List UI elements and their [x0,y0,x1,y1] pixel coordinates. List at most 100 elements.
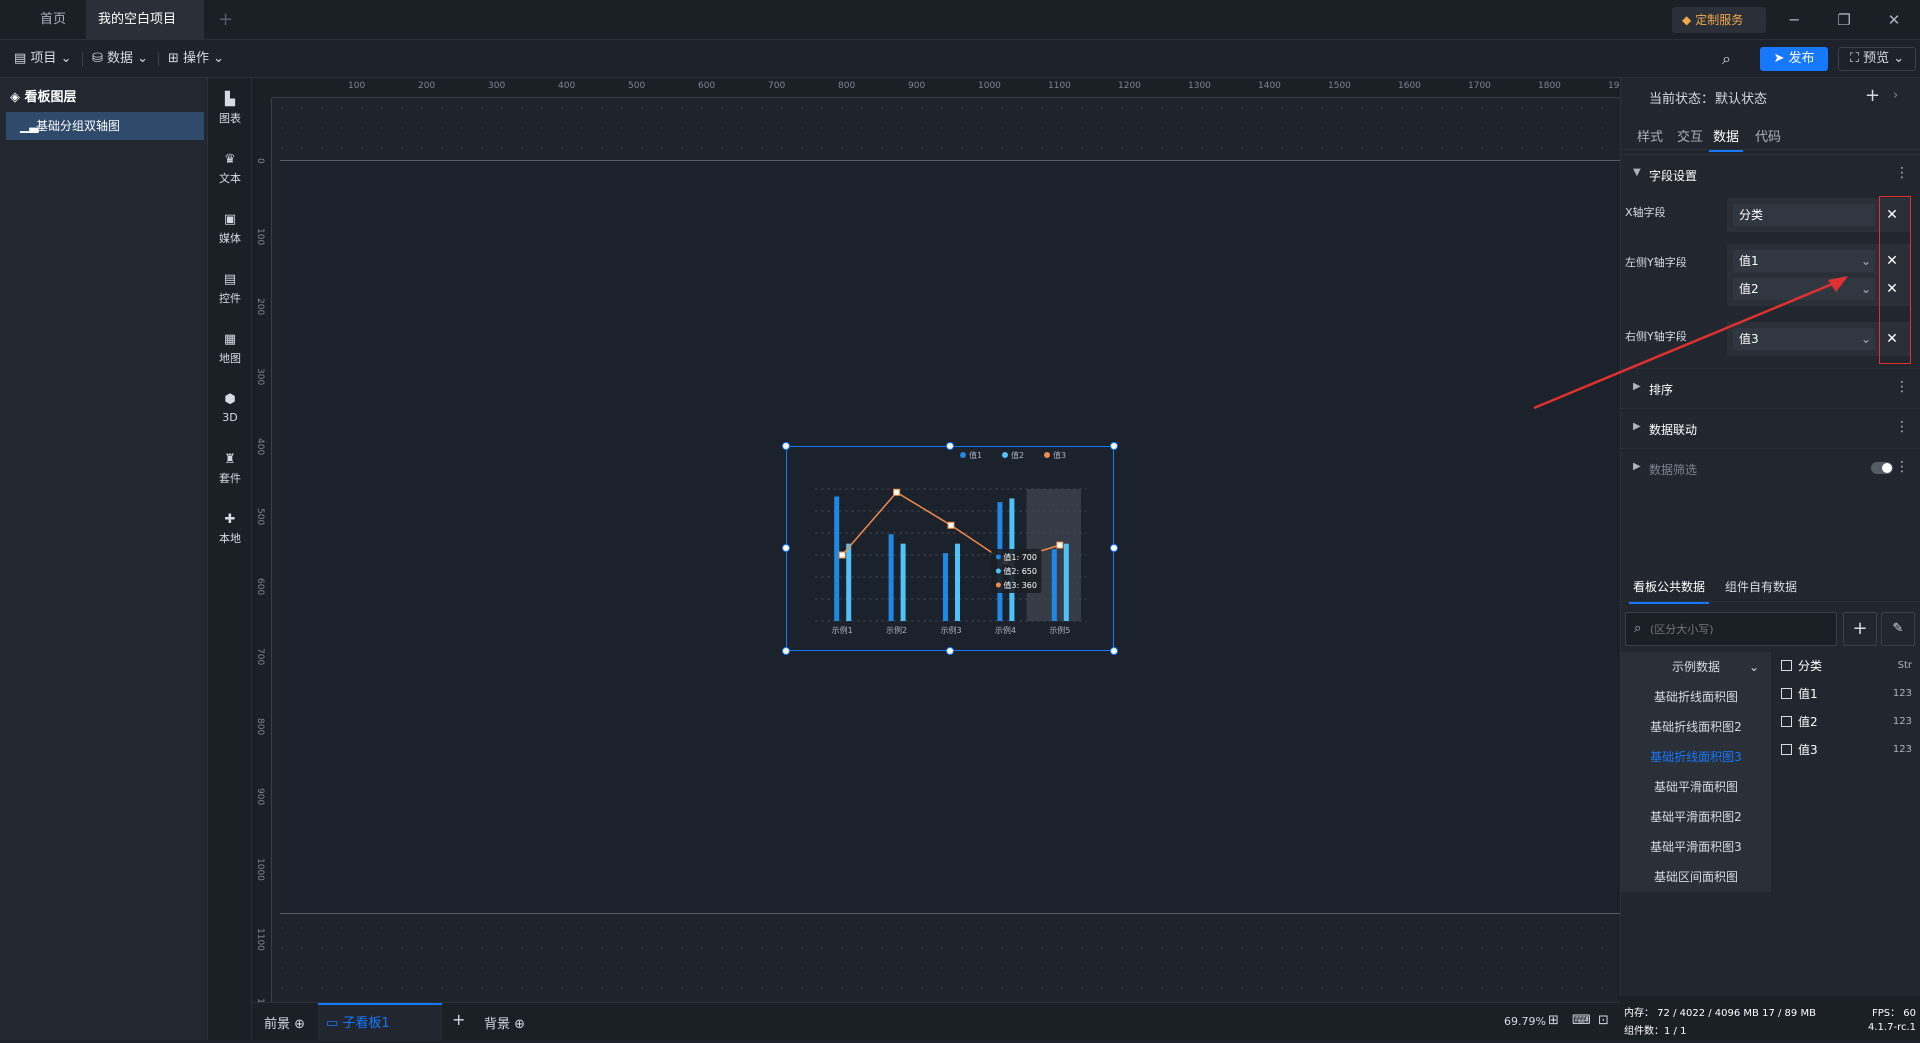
preview-label: 预览 [1863,51,1890,66]
add-circle-icon[interactable]: ⊕ [514,1017,525,1032]
resize-handle[interactable] [946,647,954,655]
layer-item[interactable]: ▁▃ 基础分组双轴图 [6,112,204,140]
horizontal-ruler[interactable]: 100 200 300 400 500 600 700 800 900 1000 1100 1200 1… [272,78,1631,98]
shirt-icon: ♜ [224,452,236,467]
line-point [838,551,846,559]
rail-3d[interactable]: ⬢ 3D [208,386,252,436]
chevron-right-icon[interactable]: › [1893,88,1898,103]
resize-handle[interactable] [782,647,790,655]
tab-background[interactable]: 背景 ⊕ [484,1013,525,1032]
ruler-tick-label: 300 [488,81,506,91]
checkbox[interactable] [1781,688,1792,699]
dataset-item[interactable]: 基础折线面积图 [1621,682,1771,712]
close-icon[interactable]: ✕ [1872,0,1916,40]
vertical-ruler[interactable]: 0100200300400500600700800900100011001200 [252,98,272,1021]
ruler-tick-label: 1800 [1538,81,1561,91]
tab-style[interactable]: 样式 [1637,126,1663,145]
publish-button[interactable]: ➤ 发布 [1760,47,1828,71]
field-item[interactable]: 值2 123 [1781,710,1916,734]
more-icon[interactable]: ⋮ [1895,165,1909,181]
dataset-group[interactable]: 示例数据 ⌄ [1621,652,1771,682]
add-board-plus-icon[interactable]: + [452,1010,465,1029]
rail-local[interactable]: ✚ 本地 [208,506,252,556]
search-icon[interactable]: ⌕ [1722,49,1731,69]
resize-handle[interactable] [782,442,790,450]
x-axis-field-select[interactable]: 分类 [1733,204,1875,226]
resize-handle[interactable] [1110,442,1118,450]
rail-map[interactable]: ▦ 地图 [208,326,252,376]
checkbox[interactable] [1781,660,1792,671]
ruler-tick-label: 1600 [1398,81,1421,91]
resize-handle[interactable] [946,442,954,450]
resize-handle[interactable] [1110,647,1118,655]
new-tab-plus-icon[interactable]: + [206,0,236,40]
tab-home[interactable]: 首页 [18,0,88,40]
checkbox[interactable] [1781,716,1792,727]
legend-marker [1002,452,1008,458]
tab-code[interactable]: 代码 [1755,126,1781,145]
field-item[interactable]: 值1 123 [1781,682,1916,706]
line-point [1056,541,1064,549]
ruler-tick-label: 200 [255,298,265,316]
fit-screen-icon[interactable]: ⊞ [1548,1013,1559,1028]
layer-panel-title: ◈ 看板图层 [10,86,77,105]
add-dataset-plus-icon[interactable]: + [1843,612,1877,646]
field-item[interactable]: 分类 Str [1781,654,1916,678]
section-title: 数据联动 [1649,423,1698,437]
dataset-item[interactable]: 基础平滑面积图 [1621,772,1771,802]
rail-chart[interactable]: ▙ 图表 [208,86,252,136]
tab-foreground[interactable]: 前景 ⊕ [264,1013,305,1032]
zoom-level[interactable]: 69.79% [1504,1015,1546,1028]
rail-control[interactable]: ▤ 控件 [208,266,252,316]
resize-handle[interactable] [782,544,790,552]
tab-data[interactable]: 数据 [1709,126,1744,152]
chevron-down-icon: ⌄ [1748,660,1759,674]
preview-button[interactable]: ⛶ 预览 ⌄ [1838,47,1916,71]
tab-sub-board[interactable]: ▭ 子看板1 [318,1003,442,1041]
state-value[interactable]: 默认状态 [1715,88,1767,107]
section-field-settings[interactable]: ▼ 字段设置 ⋮ [1621,154,1920,194]
ruler-tick-label: 1100 [1048,81,1071,91]
tab-board-data[interactable]: 看板公共数据 [1629,578,1710,604]
dataset-item[interactable]: 基础区间面积图 [1621,862,1771,892]
restore-icon[interactable]: ❐ [1822,0,1866,40]
dataset-item[interactable]: 基础折线面积图2 [1621,712,1771,742]
tab-project[interactable]: 我的空白项目 [86,0,204,64]
search-input[interactable] [1650,619,1830,639]
dataset-item-active[interactable]: 基础折线面积图3 [1621,742,1771,772]
add-state-plus-icon[interactable]: + [1865,85,1880,106]
rail-media[interactable]: ▣ 媒体 [208,206,252,256]
more-icon[interactable]: ⋮ [1895,379,1909,395]
minimize-icon[interactable]: ─ [1772,0,1816,40]
edit-icon[interactable]: ✎ [1881,612,1915,646]
filter-toggle[interactable] [1871,462,1893,474]
terminal-icon[interactable]: ⊡ [1598,1013,1609,1028]
menu-operation[interactable]: ⊞ 操作 ⌄ [168,49,224,69]
field-item[interactable]: 值3 123 [1781,738,1916,762]
rail-text[interactable]: ♛ 文本 [208,146,252,196]
more-icon[interactable]: ⋮ [1895,459,1909,475]
more-icon[interactable]: ⋮ [1895,419,1909,435]
checkbox[interactable] [1781,744,1792,755]
tab-interaction[interactable]: 交互 [1677,126,1703,145]
rail-label: 本地 [219,532,241,545]
layer-panel-title-text: 看板图层 [24,90,77,105]
menu-data[interactable]: ⛁ 数据 ⌄ [92,49,148,69]
dual-axis-chart[interactable]: 示例1 示例2 示例3 示例4 示例5 值1 值2 值3 值1: 700 值2: 650 值3: 3… [787,447,1115,652]
bottom-bar: 前景 ⊕ ▭ 子看板1 + 背景 ⊕ 69.79% ⊞ ⌨ ⊡ [252,1002,1620,1041]
bar-值1 [834,496,840,621]
fps-stat: FPS： 60 [1871,1008,1916,1019]
chart-selection[interactable]: 示例1 示例2 示例3 示例4 示例5 值1 值2 值3 值1: 700 值2: 650 值3: 3… [786,446,1114,651]
rail-kit[interactable]: ♜ 套件 [208,446,252,496]
dataset-item[interactable]: 基础平滑面积图2 [1621,802,1771,832]
layer-item-label: 基础分组双轴图 [36,119,121,133]
dataset-item[interactable]: 基础平滑面积图3 [1621,832,1771,862]
menu-project[interactable]: ▤ 项目 ⌄ [14,49,71,69]
tooltip-marker [995,582,1001,588]
keyboard-icon[interactable]: ⌨ [1572,1013,1591,1028]
add-circle-icon[interactable]: ⊕ [294,1017,305,1032]
section-data-filter[interactable]: ▶ 数据筛选 ⋮ [1621,448,1920,488]
resize-handle[interactable] [1110,544,1118,552]
custom-service-button[interactable]: ◆ 定制服务 [1672,7,1766,33]
tab-component-data[interactable]: 组件自有数据 [1725,578,1797,595]
